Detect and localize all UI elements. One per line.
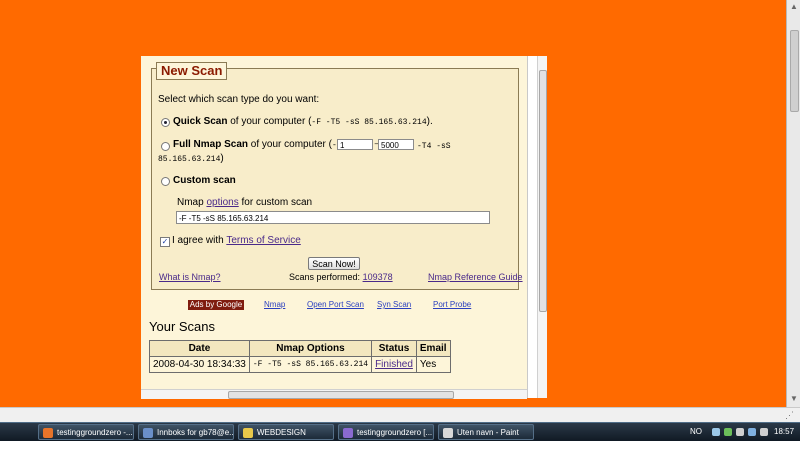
editor-icon: [343, 428, 353, 438]
column-header-options: Nmap Options: [248, 340, 373, 357]
full-scan-cmd-tail: -T4 -sS: [417, 142, 451, 151]
taskbar-button-paint[interactable]: Uten navn - Paint: [438, 424, 534, 440]
mail-icon: [143, 428, 153, 438]
full-scan-close: ): [220, 153, 224, 164]
custom-scan-radio[interactable]: [161, 177, 170, 186]
paint-icon: [443, 428, 453, 438]
taskbar-button-label: Uten navn - Paint: [457, 428, 519, 437]
terms-of-service-link[interactable]: Terms of Service: [226, 235, 300, 246]
nmap-options-link[interactable]: options: [206, 197, 238, 208]
scan-options: -F -T5 -sS 85.165.63.214: [248, 356, 373, 373]
window-scrollbar[interactable]: ▲ ▼: [786, 0, 800, 407]
scan-type-prompt: Select which scan type do you want:: [158, 94, 320, 105]
scan-status-link[interactable]: Finished: [375, 359, 413, 370]
scans-table-header: Date Nmap Options Status Email: [149, 340, 451, 357]
volume-icon[interactable]: [736, 428, 744, 436]
speaker-icon[interactable]: [760, 428, 768, 436]
taskbar-button-label: testinggroundzero -...: [57, 428, 133, 437]
scan-email: Yes: [415, 356, 451, 373]
nmap-options-suffix: for custom scan: [241, 197, 313, 208]
folder-icon: [243, 428, 253, 438]
taskbar-button-mail[interactable]: Innboks for gb78@e...: [138, 424, 234, 440]
nmap-options-prefix: Nmap: [177, 197, 204, 208]
quick-scan-close: ).: [426, 116, 433, 127]
new-scan-legend: New Scan: [156, 62, 228, 80]
firefox-icon: [43, 428, 53, 438]
agree-prefix: I agree with: [172, 235, 224, 246]
full-scan-label: Full Nmap Scan: [173, 139, 249, 150]
ads-by-google-label[interactable]: Ads by Google: [188, 300, 244, 310]
column-header-status: Status: [371, 340, 417, 357]
vertical-scrollbar-thumb[interactable]: [539, 70, 547, 312]
scans-performed-label: Scans performed:: [289, 272, 361, 282]
quick-scan-command: -F -T5 -sS 85.165.63.214: [311, 118, 427, 127]
scans-table: Date Nmap Options Status Email 2008-04-3…: [149, 340, 451, 373]
window-scrollbar-thumb[interactable]: [790, 30, 799, 112]
monitor-icon[interactable]: [748, 428, 756, 436]
scroll-up-arrow-icon[interactable]: ▲: [790, 3, 798, 11]
taskbar: testinggroundzero -... Innboks for gb78@…: [0, 422, 800, 442]
scan-date: 2008-04-30 18:34:33: [149, 356, 250, 373]
taskbar-button-label: WEBDESIGN: [257, 428, 306, 437]
full-scan-target: 85.165.63.214: [158, 155, 221, 164]
window-status-bar: ⋰: [0, 407, 800, 422]
port-to-input[interactable]: 5000: [378, 139, 414, 150]
screen-bottom-edge: [0, 441, 800, 463]
ad-link-syn-scan[interactable]: Syn Scan: [377, 300, 411, 310]
custom-scan-label: Custom scan: [173, 175, 236, 186]
quick-scan-suffix: of your computer (: [230, 116, 312, 127]
resize-grip-icon[interactable]: ⋰: [785, 410, 794, 421]
scans-performed-count[interactable]: 109378: [363, 272, 393, 282]
full-scan-text: of your computer (: [250, 139, 332, 150]
system-tray: NO 18:57: [688, 424, 800, 440]
ad-link-port-probe[interactable]: Port Probe: [433, 300, 471, 310]
taskbar-button-folder[interactable]: WEBDESIGN: [238, 424, 334, 440]
quick-scan-label: Quick Scan: [173, 116, 228, 127]
agree-checkbox[interactable]: ✓: [160, 237, 170, 247]
horizontal-scrollbar-thumb[interactable]: [228, 391, 454, 399]
custom-command-input[interactable]: -F -T5 -sS 85.165.63.214: [176, 211, 490, 224]
taskbar-button-editor[interactable]: testinggroundzero [...: [338, 424, 434, 440]
full-scan-radio[interactable]: [161, 142, 170, 151]
scroll-down-arrow-icon[interactable]: ▼: [790, 395, 798, 403]
clock[interactable]: 18:57: [774, 424, 794, 440]
ad-link-open-port-scan[interactable]: Open Port Scan: [307, 300, 364, 310]
vertical-scrollbar[interactable]: [537, 56, 547, 398]
column-header-date: Date: [149, 340, 250, 357]
column-header-email: Email: [415, 340, 451, 357]
language-indicator[interactable]: NO: [690, 424, 702, 440]
tray-arrow-icon[interactable]: [712, 428, 720, 436]
table-row: 2008-04-30 18:34:33 -F -T5 -sS 85.165.63…: [149, 356, 451, 373]
nmap-reference-guide-link[interactable]: Nmap Reference Guide: [428, 272, 523, 282]
scan-now-button[interactable]: Scan Now!: [308, 257, 360, 270]
quick-scan-radio[interactable]: [161, 118, 170, 127]
ad-link-nmap[interactable]: Nmap: [264, 300, 285, 310]
your-scans-heading: Your Scans: [149, 319, 216, 334]
network-icon[interactable]: [724, 428, 732, 436]
what-is-nmap-link[interactable]: What is Nmap?: [159, 272, 221, 282]
taskbar-button-firefox[interactable]: testinggroundzero -...: [38, 424, 134, 440]
web-page: New Scan Select which scan type do you w…: [141, 56, 527, 398]
port-from-input[interactable]: 1: [337, 139, 373, 150]
taskbar-button-label: testinggroundzero [...: [357, 428, 433, 437]
taskbar-button-label: Innboks for gb78@e...: [157, 428, 234, 437]
horizontal-scrollbar[interactable]: [141, 389, 527, 399]
